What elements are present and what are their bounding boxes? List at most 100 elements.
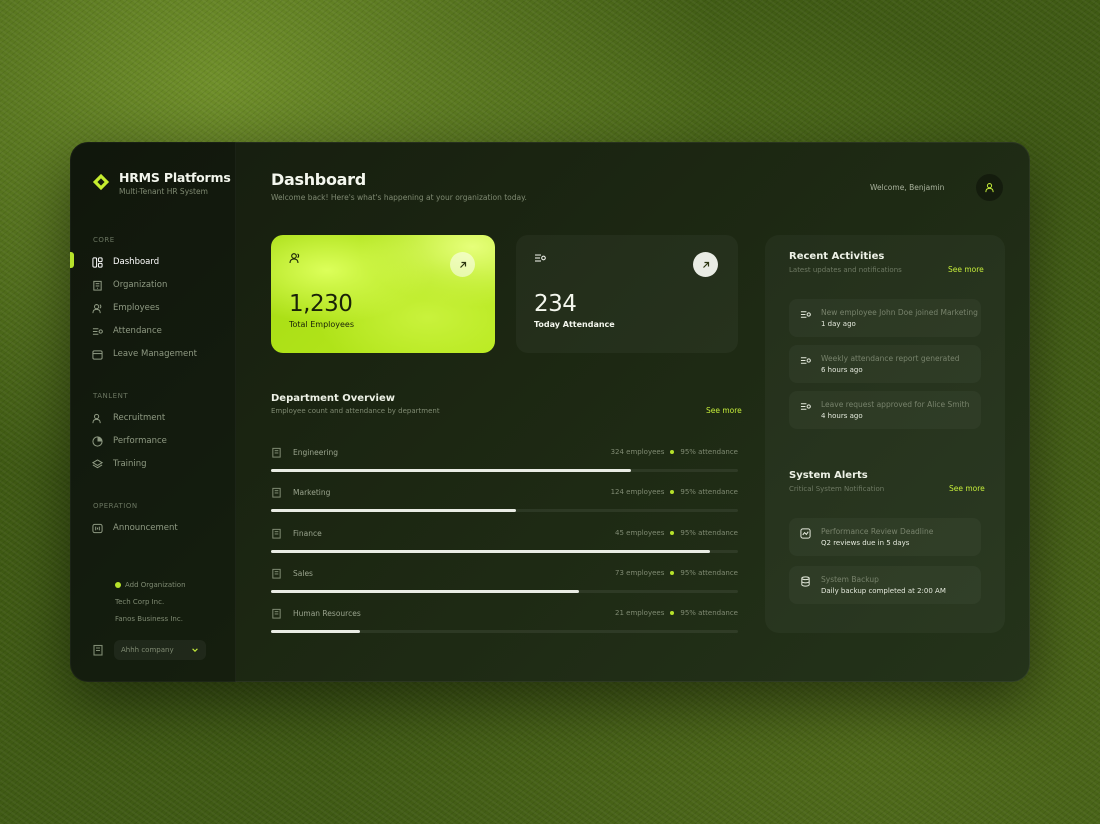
- org-item[interactable]: Tech Corp Inc.: [115, 593, 195, 610]
- progress-fill: [271, 509, 517, 512]
- department-overview-title: Department Overview: [271, 393, 395, 404]
- activity-item[interactable]: Leave request approved for Alice Smith 4…: [789, 391, 981, 429]
- attendance-icon: [800, 311, 811, 318]
- department-name: Sales: [293, 569, 313, 578]
- alert-item[interactable]: System Backup Daily backup completed at …: [789, 566, 981, 604]
- org-label: Tech Corp Inc.: [115, 597, 165, 606]
- users-icon: [92, 303, 103, 314]
- stat-value: 1,230: [289, 291, 353, 317]
- sidebar-item-training[interactable]: Training: [92, 456, 147, 472]
- sidebar-item-announcement[interactable]: Announcement: [92, 520, 178, 536]
- department-meta: 124 employees 95% attendance: [611, 488, 738, 496]
- alert-item[interactable]: Performance Review Deadline Q2 reviews d…: [789, 518, 981, 556]
- activity-text: Weekly attendance report generated: [821, 354, 960, 363]
- announcement-icon: [92, 523, 103, 534]
- progress-track: [271, 469, 738, 472]
- activity-time: 4 hours ago: [821, 412, 863, 420]
- sidebar-item-label: Announcement: [113, 523, 178, 533]
- sidebar-item-dashboard[interactable]: Dashboard: [92, 254, 159, 270]
- company-select[interactable]: Ahhh company: [114, 640, 206, 660]
- activity-text: New employee John Doe joined Marketing: [821, 308, 978, 317]
- arrow-up-right-icon: [702, 261, 709, 268]
- progress-track: [271, 509, 738, 512]
- department-row[interactable]: Finance 45 employees 95% attendance: [271, 528, 738, 558]
- department-attendance: 95% attendance: [680, 488, 738, 496]
- department-employees: 124 employees: [610, 488, 665, 496]
- activity-time: 6 hours ago: [821, 366, 863, 374]
- add-organization-button[interactable]: Add Organization: [115, 576, 195, 593]
- sidebar-item-label: Dashboard: [113, 257, 160, 267]
- stat-value: 234: [534, 291, 577, 317]
- pie-chart-icon: [92, 435, 103, 447]
- sidebar-item-label: Recruitment: [113, 413, 166, 423]
- org-label: Fanos Business Inc.: [115, 614, 183, 623]
- app-window: HRMS Platforms Multi-Tenant HR System CO…: [70, 142, 1030, 682]
- sidebar-item-recruitment[interactable]: Recruitment: [92, 410, 165, 426]
- progress-track: [271, 550, 738, 553]
- attendance-icon: [535, 254, 546, 262]
- progress-track: [271, 630, 738, 633]
- sidebar-item-organization[interactable]: Organization: [92, 277, 167, 293]
- activity-item[interactable]: New employee John Doe joined Marketing 1…: [789, 299, 981, 337]
- department-name: Human Resources: [293, 609, 361, 618]
- attendance-icon: [800, 357, 811, 364]
- building-icon: [92, 280, 103, 291]
- open-card-button[interactable]: [450, 252, 475, 277]
- chevron-down-icon: [192, 648, 198, 652]
- brand-logo-icon: [92, 173, 110, 191]
- department-row[interactable]: Engineering 324 employees 95% attendance: [271, 447, 738, 477]
- sidebar-item-leave-management[interactable]: Leave Management: [92, 346, 197, 362]
- dashboard-icon: [92, 256, 103, 268]
- dot-separator: [670, 611, 675, 615]
- add-dot-icon: [115, 581, 121, 588]
- sidebar-item-label: Attendance: [113, 326, 162, 336]
- department-overview-subtitle: Employee count and attendance by departm…: [271, 407, 440, 415]
- sidebar-item-label: Employees: [113, 303, 160, 313]
- avatar[interactable]: [976, 174, 1003, 201]
- sidebar-item-label: Leave Management: [113, 349, 197, 359]
- department-employees: 45 employees: [615, 529, 665, 537]
- department-row[interactable]: Human Resources 21 employees 95% attendan…: [271, 608, 738, 638]
- users-icon: [289, 253, 300, 264]
- org-label: Add Organization: [125, 580, 186, 589]
- company-building-icon: [93, 644, 103, 656]
- org-item[interactable]: Fanos Business Inc.: [115, 610, 195, 627]
- sidebar-item-performance[interactable]: Performance: [92, 433, 167, 449]
- sidebar-item-employees[interactable]: Employees: [92, 300, 160, 316]
- page-subtitle: Welcome back! Here's what's happening at…: [271, 193, 527, 202]
- department-row[interactable]: Sales 73 employees 95% attendance: [271, 568, 738, 598]
- department-row[interactable]: Marketing 124 employees 95% attendance: [271, 487, 738, 517]
- activities-see-more-link[interactable]: See more: [948, 265, 984, 274]
- system-alerts-title: System Alerts: [789, 470, 868, 481]
- building-icon: [272, 608, 281, 619]
- department-name: Marketing: [293, 488, 331, 497]
- total-employees-card[interactable]: 1,230 Total Employees: [271, 235, 495, 353]
- layers-icon: [92, 458, 103, 470]
- open-card-button[interactable]: [693, 252, 718, 277]
- alert-text: System Backup: [821, 575, 879, 584]
- chart-box-icon: [800, 528, 811, 539]
- building-icon: [272, 447, 281, 458]
- progress-fill: [271, 550, 710, 553]
- department-see-more-link[interactable]: See more: [706, 406, 742, 415]
- sidebar-item-attendance[interactable]: Attendance: [92, 323, 162, 339]
- progress-track: [271, 590, 738, 593]
- alert-detail: Daily backup completed at 2:00 AM: [821, 587, 946, 595]
- sidebar-item-label: Performance: [113, 436, 167, 446]
- department-meta: 21 employees 95% attendance: [615, 609, 738, 617]
- section-label-core: CORE: [93, 236, 115, 244]
- active-indicator: [70, 252, 74, 268]
- department-name: Engineering: [293, 448, 338, 457]
- building-icon: [272, 568, 281, 579]
- recruitment-icon: [92, 413, 103, 424]
- alerts-see-more-link[interactable]: See more: [949, 484, 985, 493]
- department-attendance: 95% attendance: [680, 569, 738, 577]
- progress-fill: [271, 630, 360, 633]
- activity-item[interactable]: Weekly attendance report generated 6 hou…: [789, 345, 981, 383]
- system-alerts-subtitle: Critical System Notification: [789, 485, 885, 493]
- activity-text: Leave request approved for Alice Smith: [821, 400, 970, 409]
- today-attendance-card[interactable]: 234 Today Attendance: [516, 235, 738, 353]
- welcome-text: Welcome, Benjamin: [870, 183, 945, 192]
- department-attendance: 95% attendance: [680, 529, 738, 537]
- arrow-up-right-icon: [459, 261, 466, 268]
